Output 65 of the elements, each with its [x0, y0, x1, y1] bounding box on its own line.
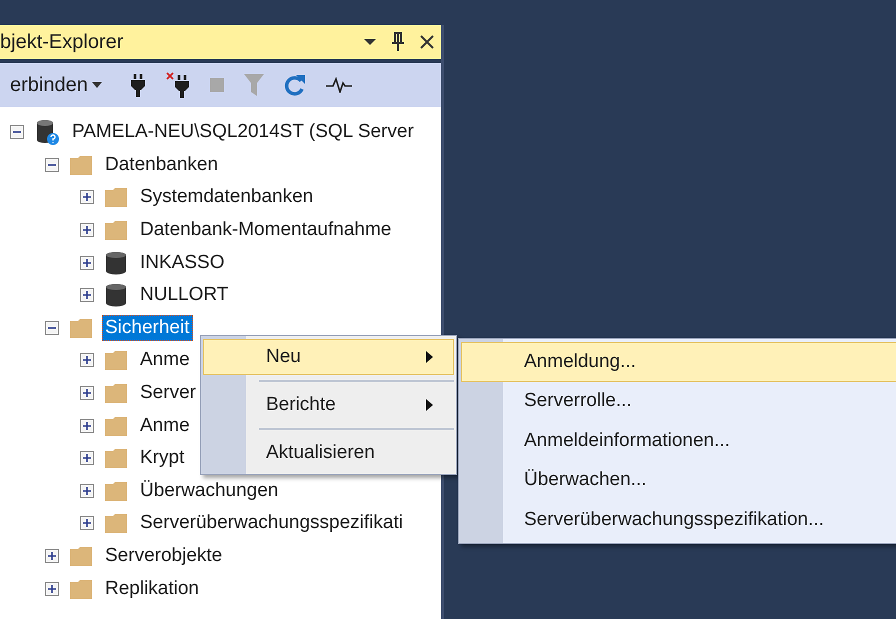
tree-item[interactable]: Datenbanken — [102, 152, 222, 178]
folder-icon — [105, 448, 127, 468]
panel-title: bjekt-Explorer — [0, 30, 124, 54]
expand-icon[interactable] — [80, 353, 94, 368]
tree-item[interactable]: Serverüberwachungsspezifikati — [137, 510, 406, 536]
menu-item[interactable]: Berichte — [203, 387, 454, 423]
expand-icon[interactable] — [80, 451, 94, 466]
close-icon[interactable] — [419, 34, 435, 50]
folder-icon — [105, 383, 127, 404]
tree-item[interactable]: NULLORT — [137, 282, 232, 308]
tree-item[interactable]: Server — [137, 380, 199, 406]
server-icon — [35, 119, 59, 146]
expand-icon[interactable] — [80, 190, 94, 204]
submenu-arrow-icon — [426, 399, 433, 411]
menu-item[interactable]: Serverrolle... — [461, 382, 896, 421]
folder-icon — [70, 154, 92, 175]
folder-icon — [105, 187, 127, 208]
expand-icon[interactable] — [80, 288, 94, 302]
database-icon — [105, 250, 127, 275]
tree-item[interactable]: Sicherheit — [102, 314, 192, 341]
plug-icon[interactable] — [130, 73, 146, 97]
activity-icon[interactable] — [326, 77, 352, 93]
tree-item[interactable]: Systemdatenbanken — [137, 184, 316, 210]
dropdown-icon[interactable] — [363, 38, 377, 46]
tree-item[interactable]: Replikation — [102, 576, 202, 602]
menu-item[interactable]: Serverüberwachungsspezifikation... — [461, 500, 896, 540]
database-icon — [105, 283, 127, 308]
folder-icon — [70, 546, 92, 566]
expand-icon[interactable] — [45, 549, 59, 564]
expand-icon[interactable] — [80, 418, 94, 433]
menu-item[interactable]: Anmeldeinformationen... — [461, 421, 896, 460]
tree-item[interactable]: INKASSO — [137, 250, 228, 276]
folder-icon — [70, 318, 92, 338]
menu-item[interactable]: Überwachen... — [461, 460, 896, 500]
expand-icon[interactable] — [80, 223, 94, 238]
pin-icon[interactable] — [391, 32, 405, 52]
connect-button[interactable]: erbinden — [10, 74, 102, 96]
refresh-icon[interactable] — [284, 73, 306, 97]
expand-icon[interactable] — [80, 386, 94, 400]
folder-icon — [70, 578, 92, 599]
tree-item[interactable]: Anme — [137, 412, 193, 439]
tree-item[interactable]: PAMELA-NEU\SQL2014ST (SQL Server — [69, 119, 417, 146]
folder-icon — [105, 480, 127, 501]
tree-item[interactable]: Serverobjekte — [102, 543, 226, 570]
folder-icon — [105, 513, 127, 534]
expand-icon[interactable] — [80, 516, 94, 530]
expand-icon[interactable] — [80, 484, 94, 498]
menu-item[interactable]: Anmeldung... — [461, 342, 896, 382]
collapse-icon[interactable] — [45, 320, 59, 335]
tree-item[interactable]: Krypt — [137, 445, 188, 472]
collapse-icon[interactable] — [45, 158, 59, 172]
menu-item[interactable]: Aktualisieren — [203, 435, 454, 471]
unplug-icon[interactable] — [166, 72, 190, 98]
collapse-icon[interactable] — [10, 125, 24, 140]
folder-icon — [105, 220, 127, 240]
folder-icon — [105, 350, 127, 370]
submenu-arrow-icon — [426, 351, 433, 363]
folder-icon — [105, 416, 127, 436]
tree-item[interactable]: Überwachungen — [137, 478, 282, 504]
tree-item[interactable]: Datenbank-Momentaufnahme — [137, 217, 394, 244]
expand-icon[interactable] — [80, 256, 94, 270]
caret-icon — [92, 82, 102, 88]
tree-item[interactable]: Anme — [137, 347, 193, 374]
menu-item[interactable]: Neu — [203, 339, 454, 375]
expand-icon[interactable] — [45, 582, 59, 596]
